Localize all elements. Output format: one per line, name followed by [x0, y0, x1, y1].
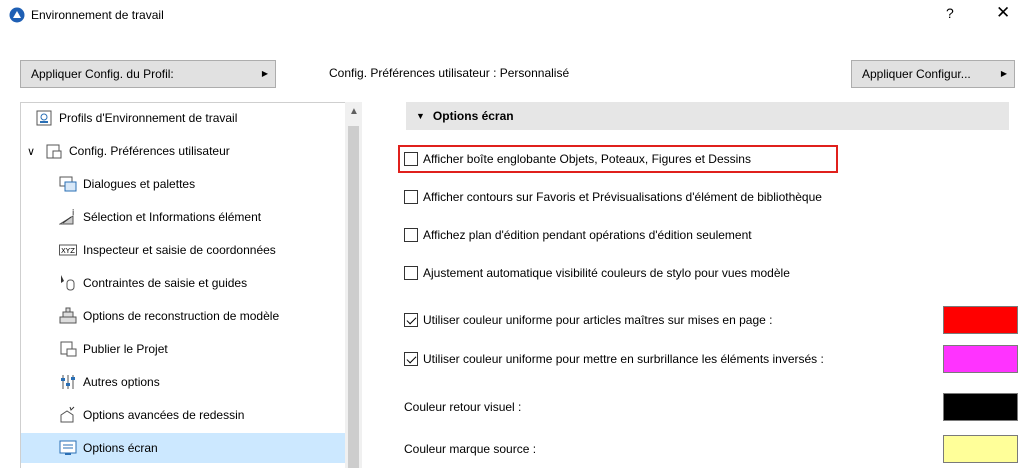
option-row: Ajustement automatique visibilité couleu…: [404, 262, 790, 284]
tree-item-label: Dialogues et palettes: [83, 177, 196, 191]
tree-item[interactable]: Options de reconstruction de modèle: [21, 301, 345, 331]
option-row: Utiliser couleur uniforme pour articles …: [404, 309, 772, 331]
tree-item-label: Options de reconstruction de modèle: [83, 309, 280, 323]
tree-item[interactable]: i Sélection et Informations élément: [21, 202, 345, 232]
profiles-icon: [35, 109, 53, 127]
apply-profile-button[interactable]: Appliquer Config. du Profil: ▶: [20, 60, 276, 88]
help-button[interactable]: ?: [946, 5, 954, 21]
section-header-options-ecran[interactable]: ▼ Options écran: [406, 102, 1009, 130]
option-label: Affichez plan d'édition pendant opératio…: [423, 228, 752, 242]
svg-text:XYZ: XYZ: [61, 247, 75, 255]
redraw-icon: [59, 406, 77, 424]
tree-item[interactable]: Profils d'Environnement de travail: [21, 103, 345, 133]
apply-config-label: Appliquer Configur...: [862, 67, 971, 81]
tree-item[interactable]: Autres options: [21, 367, 345, 397]
option-row: Afficher boîte englobante Objets, Poteau…: [404, 148, 751, 170]
tree-item-label: Options avancées de redessin: [83, 408, 245, 422]
tree-item[interactable]: Options écran: [21, 433, 345, 463]
xyz-icon: XYZ: [59, 241, 77, 259]
color-swatch[interactable]: [943, 435, 1018, 463]
tree-item[interactable]: Options avancées de redessin: [21, 400, 345, 430]
tree-item-label: Profils d'Environnement de travail: [59, 111, 238, 125]
user-prefs-icon: [45, 142, 63, 160]
config-status-label: Config. Préférences utilisateur : Person…: [329, 66, 570, 80]
apply-config-button[interactable]: Appliquer Configur... ▶: [851, 60, 1015, 88]
toolbar: Appliquer Config. du Profil: ▶ Config. P…: [0, 48, 1027, 88]
option-checkbox[interactable]: [404, 190, 418, 204]
option-row: Afficher contours sur Favoris et Prévisu…: [404, 186, 822, 208]
dialogs-icon: [59, 175, 77, 193]
tree-item-label: Publier le Projet: [83, 342, 168, 356]
cursor-guide-icon: [59, 274, 77, 292]
publish-icon: [59, 340, 77, 358]
color-swatch[interactable]: [943, 306, 1018, 334]
tree-item-label: Autres options: [83, 375, 160, 389]
tree-item-label: Config. Préférences utilisateur: [69, 144, 230, 158]
scroll-thumb[interactable]: [348, 126, 359, 468]
option-checkbox[interactable]: [404, 228, 418, 242]
option-checkbox[interactable]: [404, 266, 418, 280]
window-title: Environnement de travail: [31, 8, 164, 22]
option-checkbox[interactable]: [404, 313, 418, 327]
options-panel: ▼ Options écran Afficher boîte englobant…: [386, 102, 1027, 468]
option-label: Afficher boîte englobante Objets, Poteau…: [423, 152, 751, 166]
triangle-right-icon: ▶: [261, 69, 268, 78]
tree-item[interactable]: Dialogues et palettes: [21, 169, 345, 199]
triangle-down-icon: ▼: [416, 111, 425, 121]
tree-item[interactable]: Publier le Projet: [21, 334, 345, 364]
section-title: Options écran: [432, 109, 514, 123]
sliders-icon: [59, 373, 77, 391]
chevron-down-icon[interactable]: ∨: [27, 145, 41, 158]
selection-info-icon: i: [58, 208, 77, 226]
screen-icon: [59, 439, 77, 457]
triangle-right-icon: ▶: [1000, 69, 1007, 78]
color-row-label: Couleur marque source :: [404, 442, 537, 456]
option-label: Utiliser couleur uniforme pour mettre en…: [423, 352, 824, 366]
option-label: Ajustement automatique visibilité couleu…: [423, 266, 790, 280]
option-row: Utiliser couleur uniforme pour mettre en…: [404, 348, 824, 370]
tree-item-label: Options écran: [83, 441, 158, 455]
tree-scrollbar[interactable]: ▲: [345, 102, 362, 468]
rebuild-icon: [59, 307, 77, 325]
option-label: Afficher contours sur Favoris et Prévisu…: [423, 190, 822, 204]
close-button[interactable]: ✕: [996, 3, 1010, 23]
tree-item-label: Inspecteur et saisie de coordonnées: [83, 243, 276, 257]
scroll-up-icon[interactable]: ▲: [349, 106, 359, 117]
tree-item-label: Sélection et Informations élément: [83, 210, 262, 224]
apply-profile-label: Appliquer Config. du Profil:: [31, 67, 174, 81]
archicad-logo-icon: [9, 7, 25, 23]
settings-tree: Profils d'Environnement de travail ∨ Confi…: [20, 102, 346, 468]
title-bar: Environnement de travail ? ✕: [0, 0, 1027, 30]
option-checkbox[interactable]: [404, 152, 418, 166]
tree-item[interactable]: Contraintes de saisie et guides: [21, 268, 345, 298]
svg-text:i: i: [72, 208, 74, 217]
option-label: Utiliser couleur uniforme pour articles …: [423, 313, 773, 327]
tree-item-label: Contraintes de saisie et guides: [83, 276, 248, 290]
tree-item[interactable]: ∨ Config. Préférences utilisateur: [21, 136, 345, 166]
option-checkbox[interactable]: [404, 352, 418, 366]
tree-item[interactable]: XYZ Inspecteur et saisie de coordonnées: [21, 235, 345, 265]
option-row: Affichez plan d'édition pendant opératio…: [404, 224, 752, 246]
color-swatch[interactable]: [943, 345, 1018, 373]
color-swatch[interactable]: [943, 393, 1018, 421]
color-row-label: Couleur retour visuel :: [404, 400, 522, 414]
